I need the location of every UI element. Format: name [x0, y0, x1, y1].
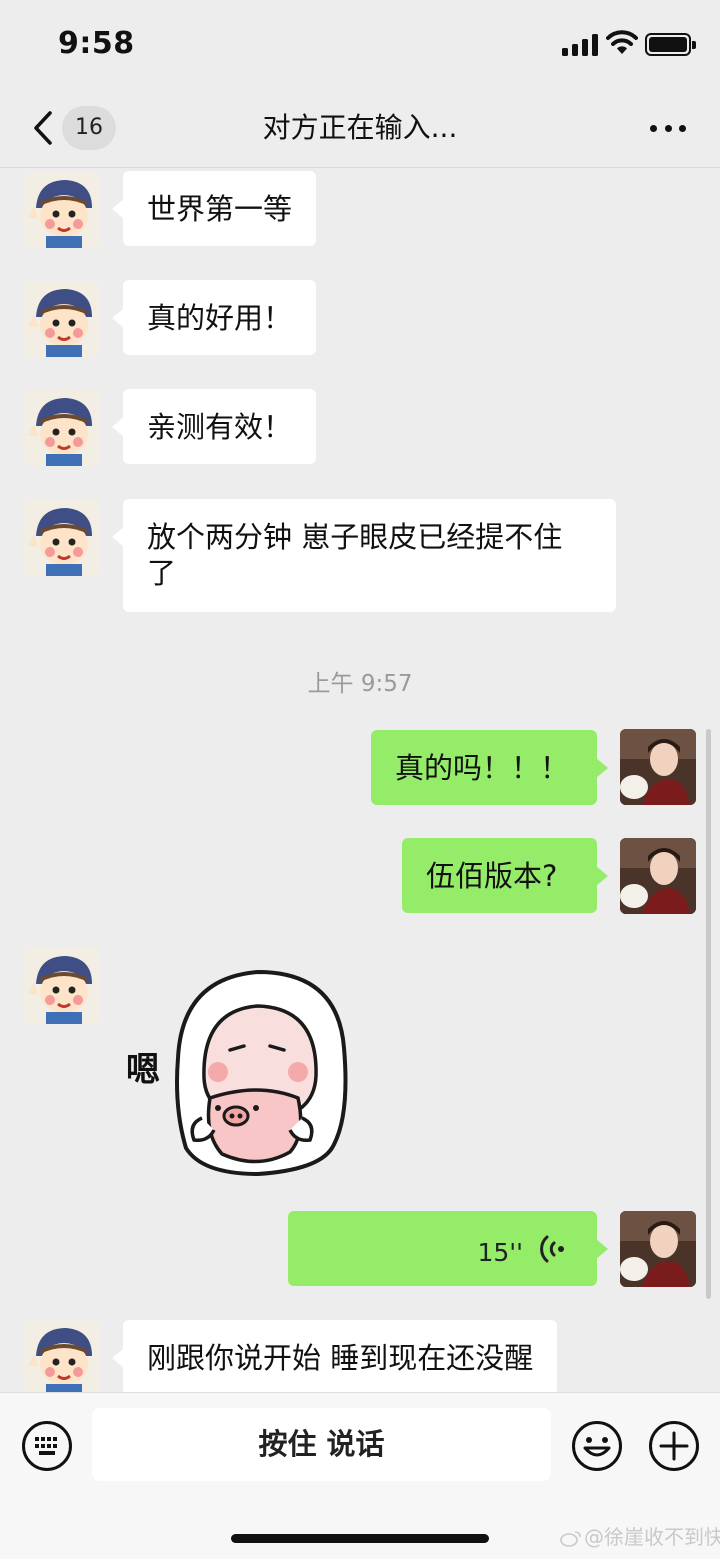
- received-message[interactable]: 亲测有效！: [111, 389, 317, 464]
- status-time: 9:58: [58, 26, 135, 61]
- wifi-icon: [606, 30, 638, 54]
- keyboard-icon[interactable]: [21, 1420, 73, 1472]
- hold-to-talk-button[interactable]: 按住 说话: [92, 1408, 551, 1481]
- battery-icon: [645, 33, 696, 56]
- message-list[interactable]: 世界第一等 真的好用！ 亲测有效！ 放个两分钟 崽子眼皮已经提不住 了 上午 9…: [0, 169, 720, 1392]
- input-bar: 按住 说话 @徐崖收不到快递: [0, 1392, 720, 1559]
- unread-count-badge[interactable]: 16: [62, 106, 116, 150]
- voice-wave-icon: [540, 1235, 564, 1263]
- watermark: @徐崖收不到快递: [560, 1521, 720, 1550]
- contact-avatar[interactable]: [24, 390, 100, 466]
- my-avatar[interactable]: [620, 1211, 696, 1287]
- status-bar: 9:58: [0, 0, 720, 88]
- contact-avatar[interactable]: [24, 500, 100, 576]
- chat-header: 16 对方正在输入...: [0, 88, 720, 168]
- received-message[interactable]: 真的好用！: [111, 280, 317, 355]
- sent-message[interactable]: 真的吗！！！: [371, 730, 608, 805]
- received-message[interactable]: 世界第一等: [111, 171, 317, 246]
- weibo-icon: [560, 1531, 581, 1547]
- plus-icon[interactable]: [648, 1420, 700, 1472]
- emoji-icon[interactable]: [571, 1420, 623, 1472]
- sticker-text: 嗯: [126, 1050, 160, 1090]
- time-divider: 上午 9:57: [307, 671, 413, 697]
- voice-duration: 15'': [477, 1238, 523, 1267]
- back-arrow-icon[interactable]: [30, 110, 56, 146]
- watermark-text: @徐崖收不到快递: [584, 1525, 720, 1549]
- contact-avatar[interactable]: [24, 281, 100, 357]
- sticker-message[interactable]: 嗯: [118, 948, 362, 1184]
- chat-title: 对方正在输入...: [262, 111, 458, 144]
- message-line: 了: [147, 556, 177, 590]
- more-options-icon[interactable]: [646, 112, 690, 144]
- voice-message[interactable]: 15'': [288, 1211, 608, 1286]
- message-line: 放个两分钟 崽子眼皮已经提不住: [147, 520, 563, 554]
- received-message[interactable]: 放个两分钟 崽子眼皮已经提不住 了: [112, 499, 616, 612]
- home-indicator: [231, 1534, 489, 1543]
- contact-avatar[interactable]: [24, 1320, 100, 1392]
- cellular-signal-icon: [562, 34, 600, 56]
- received-message[interactable]: 刚跟你说开始 睡到现在还没醒: [111, 1320, 558, 1392]
- contact-avatar[interactable]: [24, 172, 100, 248]
- scrollbar[interactable]: [706, 729, 711, 1299]
- my-avatar[interactable]: [620, 729, 696, 805]
- my-avatar[interactable]: [620, 838, 696, 914]
- sent-message[interactable]: 伍佰版本?: [402, 838, 608, 913]
- contact-avatar[interactable]: [24, 948, 100, 1024]
